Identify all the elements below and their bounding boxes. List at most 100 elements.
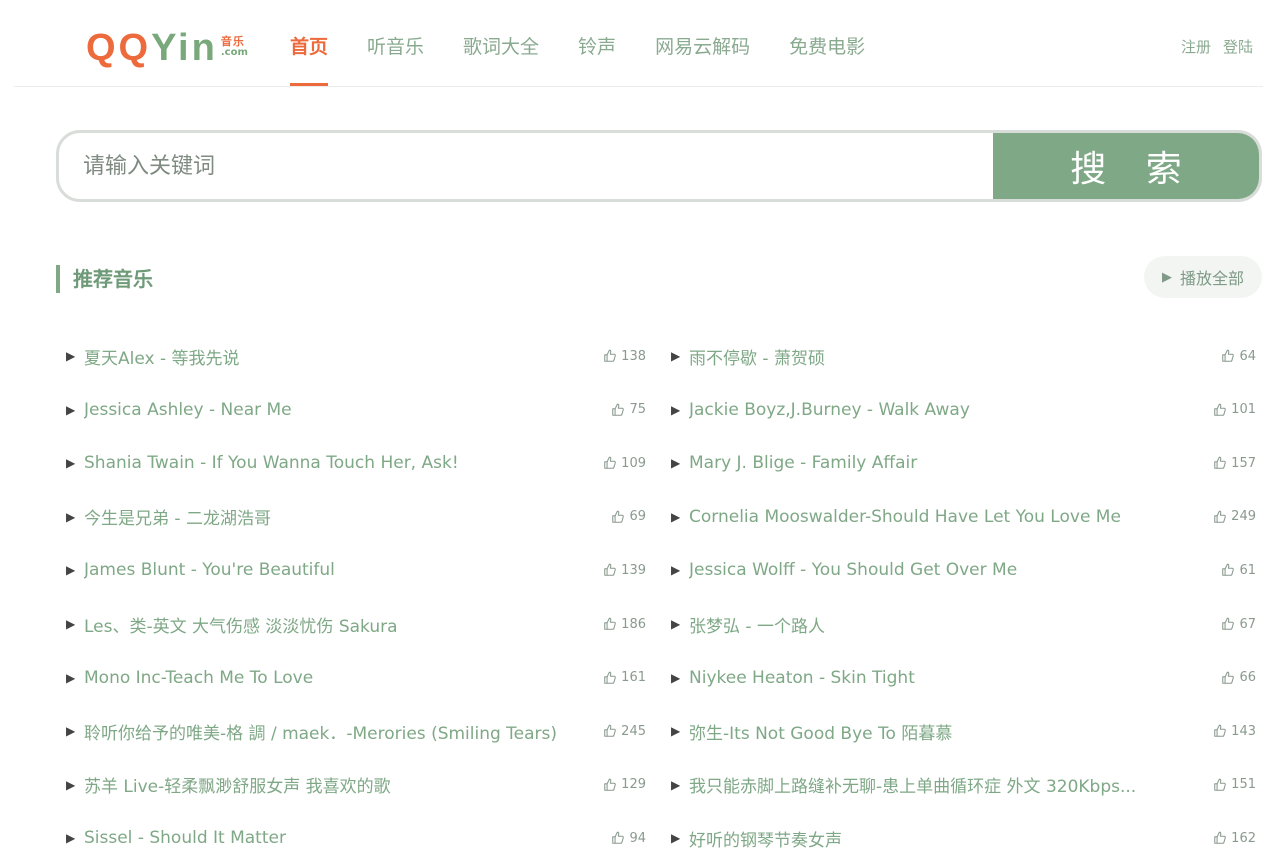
play-icon[interactable]: ▶ [661, 563, 689, 577]
like-count[interactable]: 75 [611, 402, 646, 417]
auth-links: 注册 登陆 [1181, 36, 1253, 57]
song-row[interactable]: ▶ Sissel - Should It Matter 94 [56, 811, 646, 865]
song-title[interactable]: 弥生-Its Not Good Bye To 陌暮慕 [689, 719, 1205, 744]
song-row[interactable]: ▶ Les、类-英文 大气伤感 淡淡忧伤 Sakura 186 [56, 597, 646, 651]
song-title[interactable]: Mono Inc-Teach Me To Love [84, 668, 595, 688]
song-row[interactable]: ▶ 雨不停歇 - 萧贺硕 64 [661, 329, 1256, 383]
play-icon[interactable]: ▶ [661, 403, 689, 417]
song-title[interactable]: Shania Twain - If You Wanna Touch Her, A… [84, 453, 595, 473]
like-count[interactable]: 129 [603, 777, 646, 792]
play-icon[interactable]: ▶ [56, 724, 84, 738]
play-icon[interactable]: ▶ [56, 831, 84, 845]
song-row[interactable]: ▶ 苏羊 Live-轻柔飘渺舒服女声 我喜欢的歌 129 [56, 758, 646, 812]
song-row[interactable]: ▶ 弥生-Its Not Good Bye To 陌暮慕 143 [661, 704, 1256, 758]
like-count[interactable]: 67 [1221, 617, 1256, 632]
play-icon[interactable]: ▶ [661, 456, 689, 470]
song-row[interactable]: ▶ Cornelia Mooswalder-Should Have Let You… [661, 490, 1256, 544]
song-title[interactable]: Sissel - Should It Matter [84, 828, 603, 848]
song-row[interactable]: ▶ 夏天Alex - 等我先说 138 [56, 329, 646, 383]
like-count[interactable]: 101 [1213, 402, 1256, 417]
play-icon[interactable]: ▶ [661, 349, 689, 363]
nav-item[interactable]: 铃声 [578, 0, 616, 88]
song-title[interactable]: 我只能赤脚上路缝补无聊-患上单曲循环症 外文 320Kbps... [689, 772, 1205, 797]
thumbs-up-icon [603, 724, 621, 738]
register-link[interactable]: 注册 [1181, 36, 1211, 57]
song-row[interactable]: ▶ Jackie Boyz,J.Burney - Walk Away 101 [661, 383, 1256, 437]
like-count[interactable]: 138 [603, 349, 646, 364]
song-title[interactable]: 夏天Alex - 等我先说 [84, 344, 595, 369]
song-title[interactable]: Mary J. Blige - Family Affair [689, 453, 1205, 473]
play-icon[interactable]: ▶ [56, 671, 84, 685]
nav-item[interactable]: 首页 [290, 0, 329, 88]
song-row[interactable]: ▶ Mary J. Blige - Family Affair 157 [661, 436, 1256, 490]
song-title[interactable]: 苏羊 Live-轻柔飘渺舒服女声 我喜欢的歌 [84, 772, 595, 797]
play-icon[interactable]: ▶ [661, 617, 689, 631]
like-count[interactable]: 157 [1213, 456, 1256, 471]
play-all-button[interactable]: ▶ 播放全部 [1143, 256, 1262, 298]
like-count[interactable]: 66 [1221, 670, 1256, 685]
play-icon[interactable]: ▶ [56, 563, 84, 577]
nav-item[interactable]: 网易云解码 [655, 0, 750, 88]
song-title[interactable]: Jessica Wolff - You Should Get Over Me [689, 560, 1213, 580]
song-row[interactable]: ▶ Jessica Wolff - You Should Get Over Me 6… [661, 543, 1256, 597]
song-row[interactable]: ▶ Shania Twain - If You Wanna Touch Her, … [56, 436, 646, 490]
like-count[interactable]: 61 [1221, 563, 1256, 578]
song-row[interactable]: ▶ James Blunt - You're Beautiful 139 [56, 543, 646, 597]
thumbs-up-icon [603, 456, 621, 470]
play-icon[interactable]: ▶ [56, 349, 84, 363]
thumbs-up-icon [611, 403, 629, 417]
song-row[interactable]: ▶ 聆听你给予的唯美-格 調 / maek．-Merories (Smiling … [56, 704, 646, 758]
like-count[interactable]: 139 [603, 563, 646, 578]
like-count[interactable]: 94 [611, 831, 646, 846]
song-title[interactable]: 雨不停歇 - 萧贺硕 [689, 344, 1213, 369]
play-icon[interactable]: ▶ [56, 617, 84, 631]
song-row[interactable]: ▶ Mono Inc-Teach Me To Love 161 [56, 651, 646, 705]
play-icon[interactable]: ▶ [661, 510, 689, 524]
song-row[interactable]: ▶ 今生是兄弟 - 二龙湖浩哥 69 [56, 490, 646, 544]
like-count[interactable]: 162 [1213, 831, 1256, 846]
song-row[interactable]: ▶ 张梦弘 - 一个路人 67 [661, 597, 1256, 651]
song-title[interactable]: James Blunt - You're Beautiful [84, 560, 595, 580]
song-title[interactable]: Cornelia Mooswalder-Should Have Let You … [689, 507, 1205, 527]
song-title[interactable]: 好听的钢琴节奏女声 [689, 826, 1205, 851]
song-row[interactable]: ▶ Jessica Ashley - Near Me 75 [56, 383, 646, 437]
like-count[interactable]: 249 [1213, 509, 1256, 524]
song-row[interactable]: ▶ Niykee Heaton - Skin Tight 66 [661, 651, 1256, 705]
like-count[interactable]: 186 [603, 617, 646, 632]
song-title[interactable]: 今生是兄弟 - 二龙湖浩哥 [84, 504, 603, 529]
nav-item[interactable]: 听音乐 [367, 0, 424, 88]
play-icon[interactable]: ▶ [56, 403, 84, 417]
song-title[interactable]: 聆听你给予的唯美-格 調 / maek．-Merories (Smiling T… [84, 719, 595, 744]
play-all-label: 播放全部 [1179, 269, 1244, 288]
like-count[interactable]: 109 [603, 456, 646, 471]
play-icon[interactable]: ▶ [661, 724, 689, 738]
song-title[interactable]: Les、类-英文 大气伤感 淡淡忧伤 Sakura [84, 612, 595, 637]
play-icon[interactable]: ▶ [56, 456, 84, 470]
nav-item[interactable]: 免费电影 [789, 0, 865, 88]
song-title[interactable]: 张梦弘 - 一个路人 [689, 612, 1213, 637]
song-row[interactable]: ▶ 好听的钢琴节奏女声 162 [661, 811, 1256, 865]
play-icon[interactable]: ▶ [56, 510, 84, 524]
recommended-section-header: 推荐音乐 ▶ 播放全部 [56, 256, 1262, 298]
song-title[interactable]: Jackie Boyz,J.Burney - Walk Away [689, 400, 1205, 420]
song-title[interactable]: Jessica Ashley - Near Me [84, 400, 603, 420]
logo-wordmark: QQYin [86, 27, 218, 69]
like-count[interactable]: 151 [1213, 777, 1256, 792]
play-icon[interactable]: ▶ [661, 778, 689, 792]
site-logo[interactable]: QQYin 音乐 .com [86, 26, 248, 70]
like-count[interactable]: 64 [1221, 349, 1256, 364]
play-icon[interactable]: ▶ [661, 671, 689, 685]
like-count[interactable]: 69 [611, 509, 646, 524]
thumbs-up-icon [1213, 778, 1231, 792]
song-title[interactable]: Niykee Heaton - Skin Tight [689, 668, 1213, 688]
like-count[interactable]: 161 [603, 670, 646, 685]
like-count[interactable]: 143 [1213, 724, 1256, 739]
play-icon[interactable]: ▶ [661, 831, 689, 845]
song-row[interactable]: ▶ 我只能赤脚上路缝补无聊-患上单曲循环症 外文 320Kbps... 151 [661, 758, 1256, 812]
login-link[interactable]: 登陆 [1223, 36, 1253, 57]
search-button[interactable]: 搜 索 [993, 133, 1259, 199]
play-icon[interactable]: ▶ [56, 778, 84, 792]
search-input[interactable] [59, 133, 993, 199]
like-count[interactable]: 245 [603, 724, 646, 739]
nav-item[interactable]: 歌词大全 [463, 0, 539, 88]
